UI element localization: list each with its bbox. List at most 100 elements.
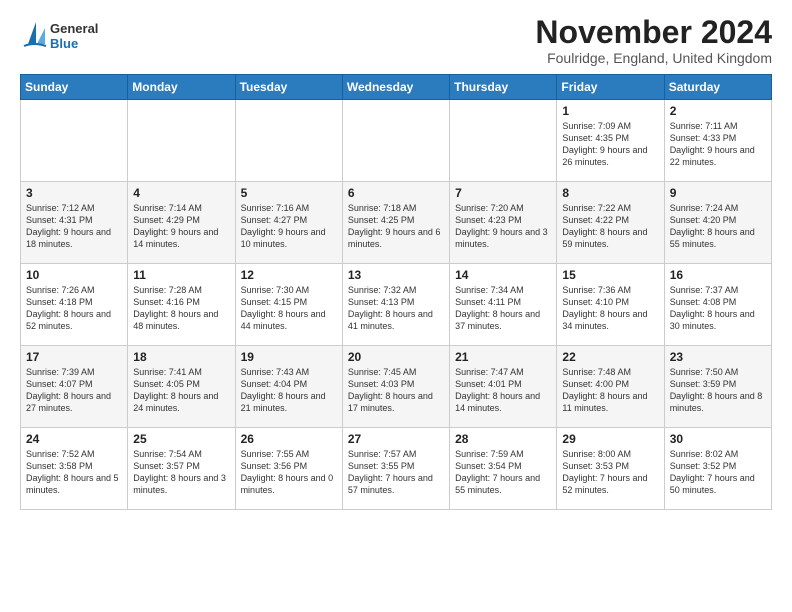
calendar-cell [21,100,128,182]
day-number: 20 [348,350,444,364]
day-info: Sunrise: 7:57 AM Sunset: 3:55 PM Dayligh… [348,448,444,497]
day-info: Sunrise: 7:50 AM Sunset: 3:59 PM Dayligh… [670,366,766,415]
day-info: Sunrise: 7:18 AM Sunset: 4:25 PM Dayligh… [348,202,444,251]
day-info: Sunrise: 7:48 AM Sunset: 4:00 PM Dayligh… [562,366,658,415]
calendar-cell: 9 Sunrise: 7:24 AM Sunset: 4:20 PM Daylig… [664,182,771,264]
day-number: 13 [348,268,444,282]
day-number: 3 [26,186,122,200]
calendar-cell: 24 Sunrise: 7:52 AM Sunset: 3:58 PM Dayli… [21,428,128,510]
col-monday: Monday [128,75,235,100]
title-area: November 2024 Foulridge, England, United… [535,16,772,66]
calendar-cell: 6 Sunrise: 7:18 AM Sunset: 4:25 PM Daylig… [342,182,449,264]
calendar-cell [342,100,449,182]
calendar-row-1: 3 Sunrise: 7:12 AM Sunset: 4:31 PM Daylig… [21,182,772,264]
calendar-cell [235,100,342,182]
calendar-cell: 11 Sunrise: 7:28 AM Sunset: 4:16 PM Dayli… [128,264,235,346]
day-number: 2 [670,104,766,118]
day-info: Sunrise: 7:47 AM Sunset: 4:01 PM Dayligh… [455,366,551,415]
day-number: 7 [455,186,551,200]
svg-text:General: General [50,21,98,36]
col-wednesday: Wednesday [342,75,449,100]
header-row: Sunday Monday Tuesday Wednesday Thursday… [21,75,772,100]
day-number: 17 [26,350,122,364]
day-number: 26 [241,432,337,446]
calendar-page: General Blue November 2024 Foulridge, En… [0,0,792,612]
calendar-row-2: 10Sunrise: 7:26 AM Sunset: 4:18 PM Dayli… [21,264,772,346]
day-number: 27 [348,432,444,446]
calendar-cell: 22 Sunrise: 7:48 AM Sunset: 4:00 PM Dayli… [557,346,664,428]
calendar-cell: 5 Sunrise: 7:16 AM Sunset: 4:27 PM Daylig… [235,182,342,264]
day-info: Sunrise: 7:09 AM Sunset: 4:35 PM Dayligh… [562,120,658,169]
calendar-cell: 14 Sunrise: 7:34 AM Sunset: 4:11 PM Dayli… [450,264,557,346]
day-number: 19 [241,350,337,364]
day-number: 14 [455,268,551,282]
calendar-row-4: 24 Sunrise: 7:52 AM Sunset: 3:58 PM Dayli… [21,428,772,510]
calendar-cell: 25 Sunrise: 7:54 AM Sunset: 3:57 PM Dayli… [128,428,235,510]
day-number: 11 [133,268,229,282]
calendar-cell: 23 Sunrise: 7:50 AM Sunset: 3:59 PM Dayli… [664,346,771,428]
calendar-cell: 10Sunrise: 7:26 AM Sunset: 4:18 PM Dayli… [21,264,128,346]
day-info: Sunrise: 7:24 AM Sunset: 4:20 PM Dayligh… [670,202,766,251]
calendar-table: Sunday Monday Tuesday Wednesday Thursday… [20,74,772,510]
day-number: 15 [562,268,658,282]
day-number: 16 [670,268,766,282]
day-number: 25 [133,432,229,446]
day-number: 21 [455,350,551,364]
day-info: Sunrise: 8:02 AM Sunset: 3:52 PM Dayligh… [670,448,766,497]
calendar-cell: 28Sunrise: 7:59 AM Sunset: 3:54 PM Dayli… [450,428,557,510]
calendar-cell: 15Sunrise: 7:36 AM Sunset: 4:10 PM Dayli… [557,264,664,346]
day-number: 9 [670,186,766,200]
calendar-row-3: 17 Sunrise: 7:39 AM Sunset: 4:07 PM Dayli… [21,346,772,428]
day-info: Sunrise: 7:54 AM Sunset: 3:57 PM Dayligh… [133,448,229,497]
logo: General Blue [20,16,134,54]
location: Foulridge, England, United Kingdom [535,50,772,66]
calendar-cell: 7Sunrise: 7:20 AM Sunset: 4:23 PM Daylig… [450,182,557,264]
day-number: 1 [562,104,658,118]
day-info: Sunrise: 7:11 AM Sunset: 4:33 PM Dayligh… [670,120,766,169]
day-number: 28 [455,432,551,446]
day-number: 12 [241,268,337,282]
month-title: November 2024 [535,16,772,48]
calendar-cell: 19 Sunrise: 7:43 AM Sunset: 4:04 PM Dayli… [235,346,342,428]
day-number: 22 [562,350,658,364]
calendar-cell: 4Sunrise: 7:14 AM Sunset: 4:29 PM Daylig… [128,182,235,264]
day-info: Sunrise: 8:00 AM Sunset: 3:53 PM Dayligh… [562,448,658,497]
col-friday: Friday [557,75,664,100]
day-number: 24 [26,432,122,446]
calendar-cell [128,100,235,182]
calendar-cell: 16 Sunrise: 7:37 AM Sunset: 4:08 PM Dayli… [664,264,771,346]
calendar-cell: 29Sunrise: 8:00 AM Sunset: 3:53 PM Dayli… [557,428,664,510]
day-info: Sunrise: 7:37 AM Sunset: 4:08 PM Dayligh… [670,284,766,333]
day-info: Sunrise: 7:22 AM Sunset: 4:22 PM Dayligh… [562,202,658,251]
day-info: Sunrise: 7:52 AM Sunset: 3:58 PM Dayligh… [26,448,122,497]
day-info: Sunrise: 7:41 AM Sunset: 4:05 PM Dayligh… [133,366,229,415]
day-info: Sunrise: 7:45 AM Sunset: 4:03 PM Dayligh… [348,366,444,415]
day-info: Sunrise: 7:43 AM Sunset: 4:04 PM Dayligh… [241,366,337,415]
day-info: Sunrise: 7:16 AM Sunset: 4:27 PM Dayligh… [241,202,337,251]
day-info: Sunrise: 7:12 AM Sunset: 4:31 PM Dayligh… [26,202,122,251]
day-info: Sunrise: 7:32 AM Sunset: 4:13 PM Dayligh… [348,284,444,333]
calendar-cell: 26Sunrise: 7:55 AM Sunset: 3:56 PM Dayli… [235,428,342,510]
col-saturday: Saturday [664,75,771,100]
calendar-cell: 12 Sunrise: 7:30 AM Sunset: 4:15 PM Dayli… [235,264,342,346]
day-number: 23 [670,350,766,364]
calendar-cell: 1 Sunrise: 7:09 AM Sunset: 4:35 PM Daylig… [557,100,664,182]
day-number: 6 [348,186,444,200]
calendar-cell: 27 Sunrise: 7:57 AM Sunset: 3:55 PM Dayli… [342,428,449,510]
col-thursday: Thursday [450,75,557,100]
day-number: 8 [562,186,658,200]
col-tuesday: Tuesday [235,75,342,100]
day-number: 5 [241,186,337,200]
day-info: Sunrise: 7:39 AM Sunset: 4:07 PM Dayligh… [26,366,122,415]
calendar-cell: 17 Sunrise: 7:39 AM Sunset: 4:07 PM Dayli… [21,346,128,428]
day-info: Sunrise: 7:34 AM Sunset: 4:11 PM Dayligh… [455,284,551,333]
calendar-cell: 8 Sunrise: 7:22 AM Sunset: 4:22 PM Daylig… [557,182,664,264]
svg-text:Blue: Blue [50,36,78,51]
day-info: Sunrise: 7:28 AM Sunset: 4:16 PM Dayligh… [133,284,229,333]
calendar-cell: 2 Sunrise: 7:11 AM Sunset: 4:33 PM Daylig… [664,100,771,182]
day-number: 10 [26,268,122,282]
calendar-cell: 3 Sunrise: 7:12 AM Sunset: 4:31 PM Daylig… [21,182,128,264]
day-info: Sunrise: 7:30 AM Sunset: 4:15 PM Dayligh… [241,284,337,333]
day-number: 4 [133,186,229,200]
calendar-cell: 21 Sunrise: 7:47 AM Sunset: 4:01 PM Dayli… [450,346,557,428]
